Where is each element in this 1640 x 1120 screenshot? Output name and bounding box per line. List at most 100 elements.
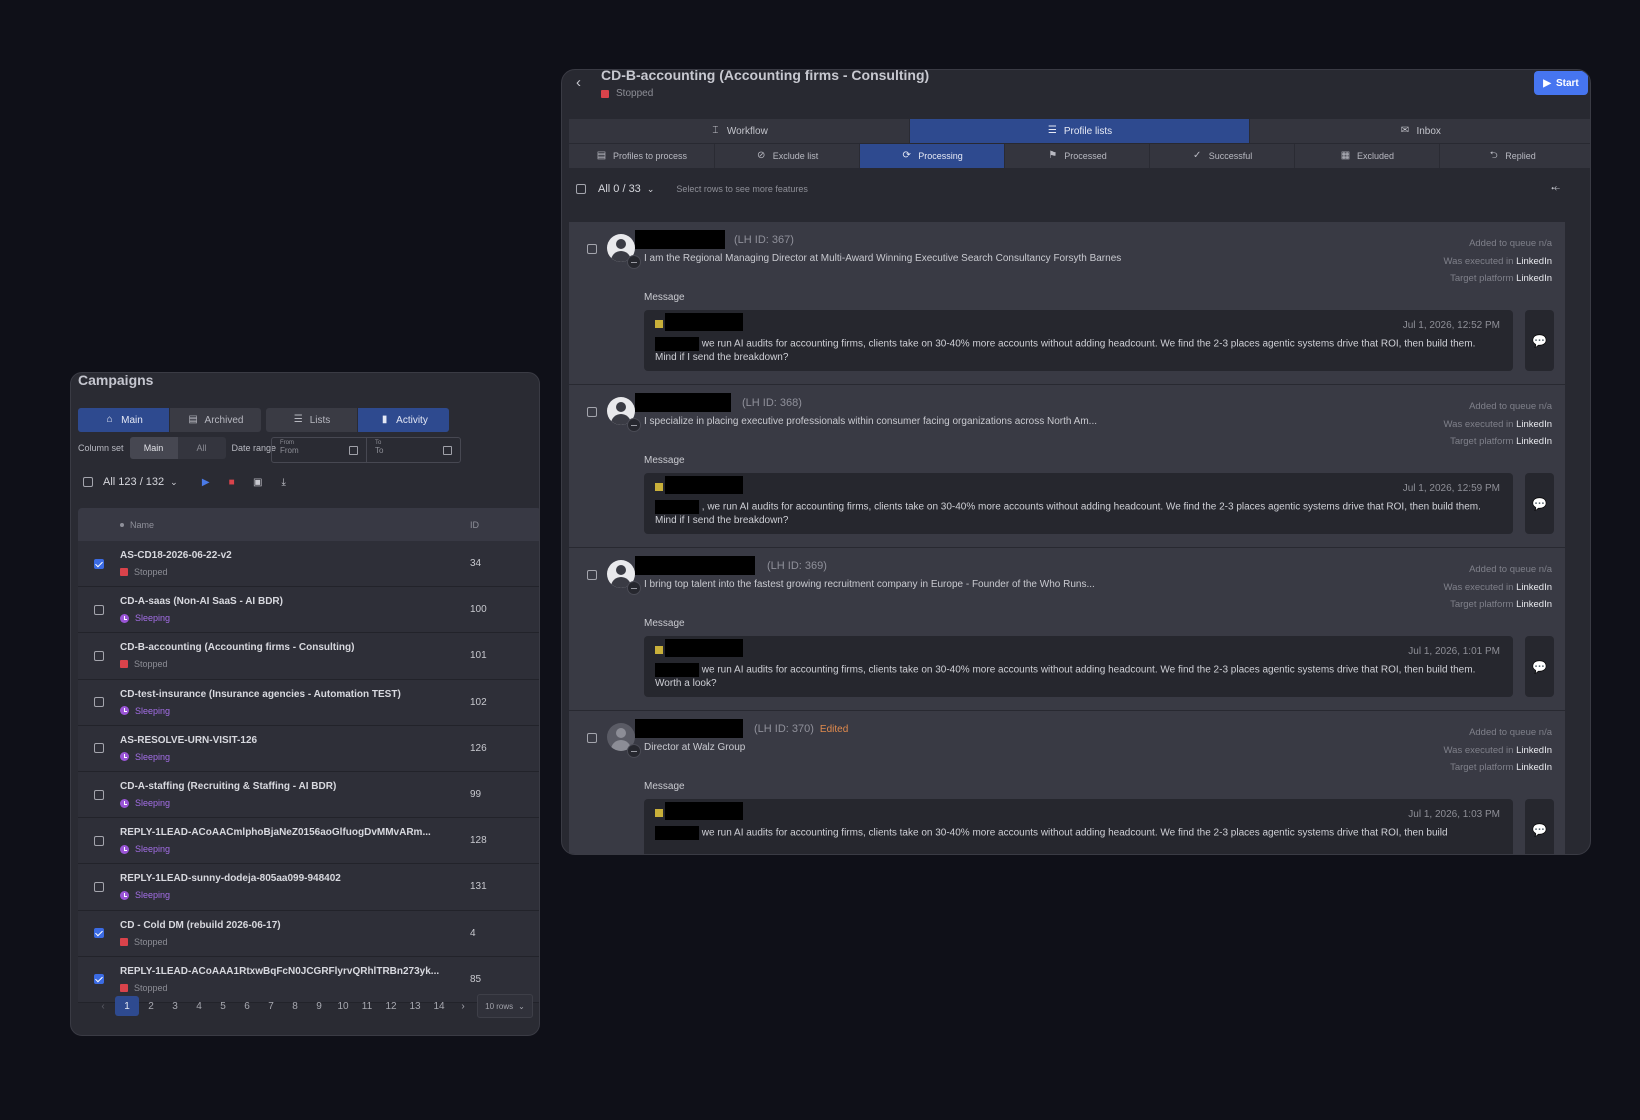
tab-profile-lists[interactable]: ☰ Profile lists	[908, 119, 1250, 143]
redacted-sender	[665, 313, 743, 331]
page-button[interactable]: 14	[427, 996, 451, 1016]
remove-badge-icon[interactable]	[627, 255, 641, 269]
page-button[interactable]: 7	[259, 996, 283, 1016]
subtab-excluded[interactable]: ▦ Excluded	[1294, 144, 1439, 168]
profile-checkbox[interactable]	[587, 570, 597, 580]
stop-icon[interactable]: ■	[226, 476, 238, 488]
collapse-icon[interactable]: ⤝	[1551, 182, 1560, 195]
selection-summary[interactable]: All 0 / 33	[598, 183, 641, 195]
row-checkbox[interactable]	[94, 881, 104, 892]
rows-per-page-select[interactable]: 10 rows ⌄	[477, 994, 533, 1018]
campaign-name[interactable]: AS-RESOLVE-URN-VISIT-126	[120, 735, 470, 746]
row-checkbox[interactable]	[94, 558, 104, 569]
back-arrow-icon[interactable]: ‹	[576, 74, 581, 91]
campaign-name[interactable]: CD-B-accounting (Accounting firms - Cons…	[120, 642, 470, 653]
table-row[interactable]: AS-CD18-2026-06-22-v2 Stopped 34	[78, 541, 539, 588]
row-checkbox[interactable]	[94, 604, 104, 615]
column-name-header[interactable]: Name	[120, 520, 470, 530]
play-icon[interactable]: ▶	[200, 476, 212, 488]
archive-icon[interactable]: ▣	[252, 476, 264, 488]
bar-chart-icon: ▮	[381, 414, 388, 425]
subtab-exclude-list[interactable]: ⊘ Exclude list	[714, 144, 859, 168]
page-button[interactable]: 6	[235, 996, 259, 1016]
table-row[interactable]: AS-RESOLVE-URN-VISIT-126 Sleeping 126	[78, 725, 539, 772]
lh-id-label: (LH ID: 369)	[767, 560, 827, 572]
remove-badge-icon[interactable]	[627, 744, 641, 758]
profile-checkbox[interactable]	[587, 733, 597, 743]
page-button[interactable]: 10	[331, 996, 355, 1016]
calendar-icon[interactable]	[443, 446, 452, 455]
table-row[interactable]: CD - Cold DM (rebuild 2026-06-17) Stopped…	[78, 910, 539, 957]
reply-button[interactable]: 💬	[1525, 310, 1554, 371]
table-row[interactable]: CD-B-accounting (Accounting firms - Cons…	[78, 633, 539, 680]
table-row[interactable]: REPLY-1LEAD-ACoAACmlphoBjaNeZ0156aoGlfuo…	[78, 818, 539, 865]
subtab-replied[interactable]: ⮌ Replied	[1439, 144, 1584, 168]
executed-in: Was executed in LinkedIn	[1444, 253, 1552, 271]
campaign-name[interactable]: REPLY-1LEAD-ACoAAA1RtxwBqFcN0JCGRFlyrvQR…	[120, 966, 470, 977]
page-button[interactable]: 9	[307, 996, 331, 1016]
calendar-icon[interactable]	[349, 446, 358, 455]
row-select-cell	[78, 881, 120, 892]
row-checkbox[interactable]	[94, 650, 104, 661]
date-from-field[interactable]: From From	[272, 438, 366, 462]
column-set-all[interactable]: All	[178, 437, 226, 459]
download-icon[interactable]: ⤓	[278, 476, 290, 488]
campaign-name[interactable]: AS-CD18-2026-06-22-v2	[120, 550, 470, 561]
campaign-name[interactable]: CD-A-saas (Non-AI SaaS - AI BDR)	[120, 596, 470, 607]
reply-button[interactable]: 💬	[1525, 799, 1554, 854]
page-button[interactable]: 12	[379, 996, 403, 1016]
row-checkbox[interactable]	[94, 835, 104, 846]
pagination: ‹ 1 2 3 4 5 6 7 8 9 10 11 12 13 14 ›	[91, 996, 475, 1016]
page-button[interactable]: 4	[187, 996, 211, 1016]
table-row[interactable]: CD-A-staffing (Recruiting & Staffing - A…	[78, 771, 539, 819]
campaign-name[interactable]: CD - Cold DM (rebuild 2026-06-17)	[120, 920, 470, 931]
column-id-header[interactable]: ID	[470, 520, 479, 530]
row-checkbox[interactable]	[94, 743, 104, 754]
chevron-down-icon[interactable]: ⌄	[647, 184, 655, 195]
campaign-name[interactable]: CD-A-staffing (Recruiting & Staffing - A…	[120, 781, 470, 792]
page-button[interactable]: 5	[211, 996, 235, 1016]
profile-checkbox[interactable]	[587, 407, 597, 417]
tab-workflow[interactable]: ⌶ Workflow	[569, 119, 909, 143]
reply-button[interactable]: 💬	[1525, 473, 1554, 534]
tab-inbox[interactable]: ✉ Inbox	[1249, 119, 1590, 143]
remove-badge-icon[interactable]	[627, 581, 641, 595]
start-button[interactable]: ▶ Start	[1534, 71, 1588, 95]
view-archived-button[interactable]: ▤ Archived	[169, 408, 261, 432]
subtab-processing[interactable]: ⟳ Processing	[859, 144, 1004, 168]
select-all-checkbox[interactable]	[83, 477, 93, 487]
table-row[interactable]: CD-test-insurance (Insurance agencies - …	[78, 679, 539, 726]
row-checkbox[interactable]	[94, 974, 104, 985]
remove-badge-icon[interactable]	[627, 418, 641, 432]
page-button[interactable]: 2	[139, 996, 163, 1016]
campaign-name[interactable]: REPLY-1LEAD-ACoAACmlphoBjaNeZ0156aoGlfuo…	[120, 827, 470, 838]
next-page-icon[interactable]: ›	[451, 996, 475, 1016]
page-button[interactable]: 13	[403, 996, 427, 1016]
table-row[interactable]: CD-A-saas (Non-AI SaaS - AI BDR) Sleeping…	[78, 587, 539, 634]
view-main-button[interactable]: ⌂ Main	[78, 408, 169, 432]
row-checkbox[interactable]	[94, 928, 104, 939]
selection-summary[interactable]: All 123 / 132	[103, 476, 164, 488]
mode-activity-button[interactable]: ▮ Activity	[357, 408, 449, 432]
row-checkbox[interactable]	[94, 789, 104, 800]
column-set-main[interactable]: Main	[129, 437, 178, 459]
campaign-name[interactable]: REPLY-1LEAD-sunny-dodeja-805aa099-948402	[120, 873, 470, 884]
reply-button[interactable]: 💬	[1525, 636, 1554, 697]
row-checkbox[interactable]	[94, 697, 104, 708]
subtab-profiles-to-process[interactable]: ▤ Profiles to process	[569, 144, 714, 168]
subtab-processed[interactable]: ⚑ Processed	[1004, 144, 1149, 168]
page-button[interactable]: 8	[283, 996, 307, 1016]
page-button[interactable]: 1	[115, 996, 139, 1016]
profile-meta: Added to queue n/a Was executed in Linked…	[1444, 561, 1552, 614]
subtab-successful[interactable]: ✓ Successful	[1149, 144, 1294, 168]
campaign-name[interactable]: CD-test-insurance (Insurance agencies - …	[120, 689, 470, 700]
prev-page-icon[interactable]: ‹	[91, 996, 115, 1016]
table-row[interactable]: REPLY-1LEAD-sunny-dodeja-805aa099-948402…	[78, 864, 539, 911]
chevron-down-icon[interactable]: ⌄	[170, 477, 178, 488]
select-all-checkbox[interactable]	[576, 184, 586, 194]
page-button[interactable]: 11	[355, 996, 379, 1016]
profile-checkbox[interactable]	[587, 244, 597, 254]
page-button[interactable]: 3	[163, 996, 187, 1016]
date-to-field[interactable]: To To	[366, 438, 460, 462]
mode-lists-button[interactable]: ☰ Lists	[266, 408, 357, 432]
